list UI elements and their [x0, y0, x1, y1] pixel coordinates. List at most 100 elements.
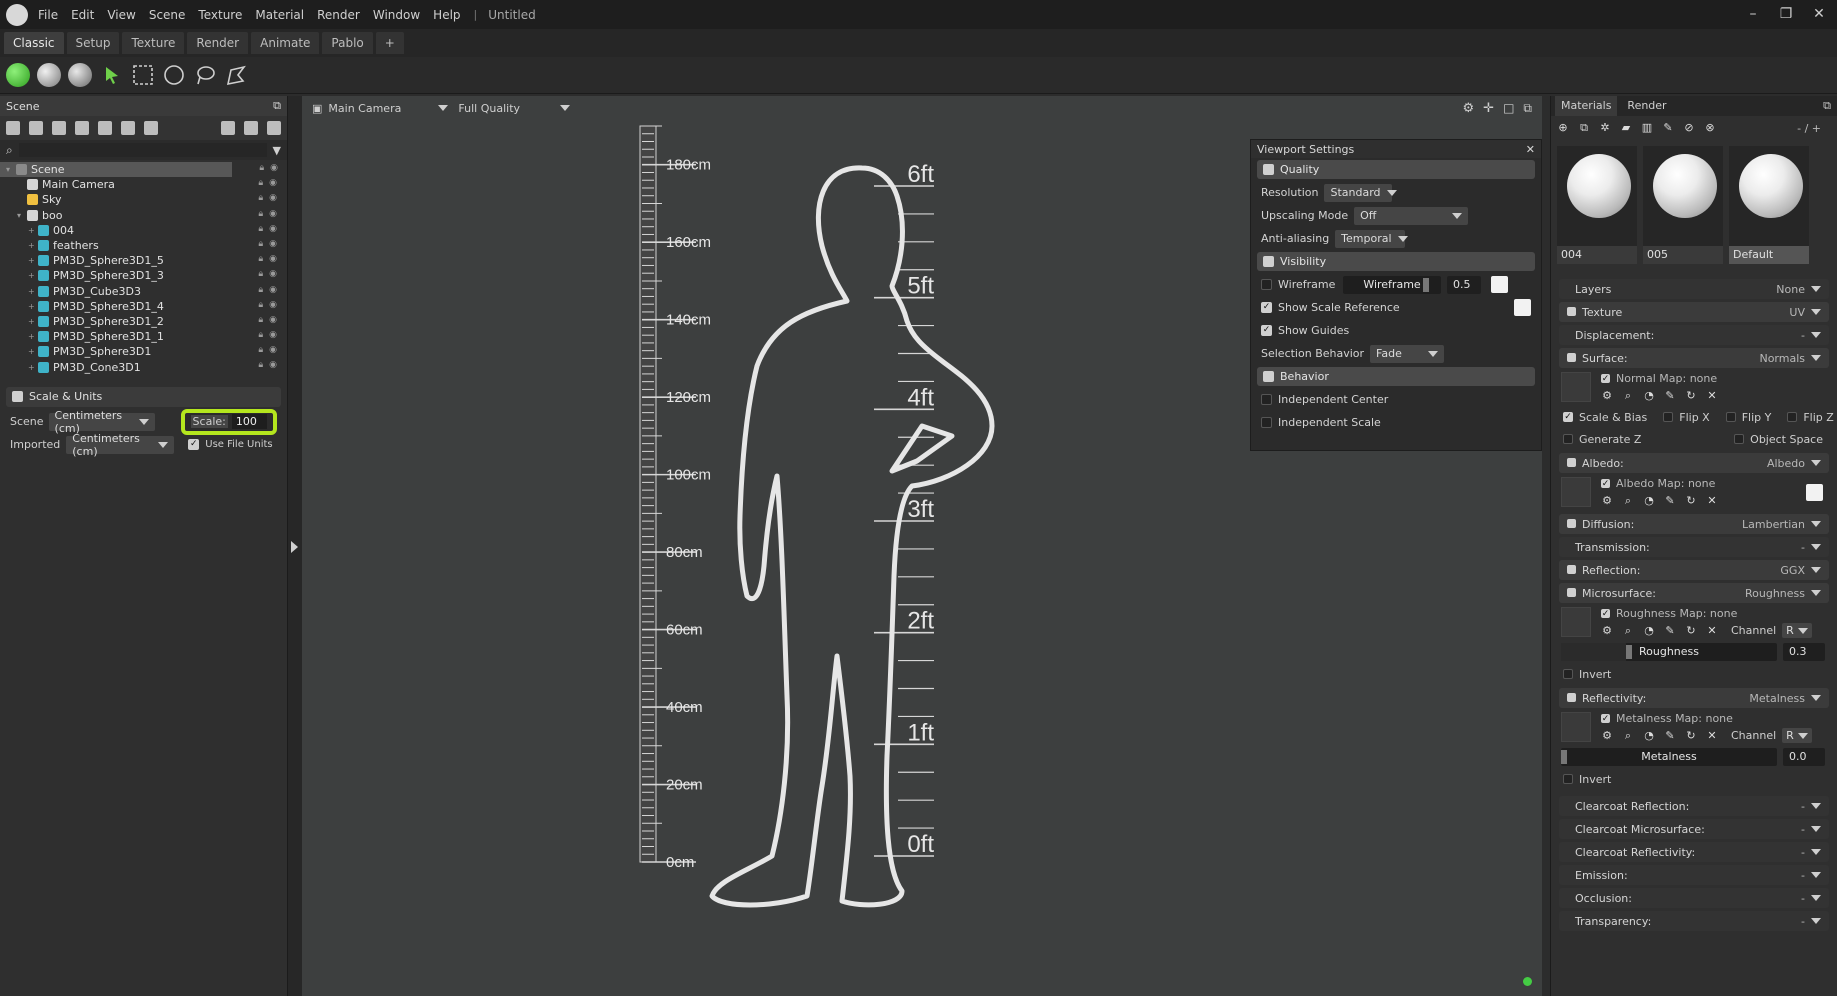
- lock-icon[interactable]: 🔒︎: [258, 360, 263, 370]
- clear-material-icon[interactable]: ⊗: [1704, 122, 1716, 134]
- flip-z-checkbox[interactable]: [1787, 412, 1798, 422]
- tree-item[interactable]: + PM3D_Sphere3D1_5 🔒︎ ◉: [0, 253, 287, 268]
- menu-help[interactable]: Help: [433, 8, 460, 22]
- wireframe-value-input[interactable]: 0.5: [1447, 275, 1481, 294]
- remove-icon[interactable]: ✕: [1706, 494, 1718, 507]
- metalness-map-checkbox[interactable]: ✓: [1601, 714, 1610, 724]
- lock-icon[interactable]: 🔒︎: [258, 209, 263, 219]
- eye-icon[interactable]: ◉: [269, 300, 277, 310]
- reset-icon[interactable]: ◔: [1643, 389, 1655, 402]
- metalness-invert-checkbox[interactable]: [1563, 774, 1573, 784]
- roughness-map-checkbox[interactable]: ✓: [1601, 609, 1610, 619]
- expand-icon[interactable]: ▾: [17, 211, 27, 220]
- section-toggle-icon[interactable]: [1567, 518, 1576, 528]
- add-material-icon[interactable]: ⊕: [1557, 122, 1569, 134]
- eye-icon[interactable]: ◉: [269, 193, 277, 203]
- box-select-icon[interactable]: [130, 62, 156, 88]
- tree-item[interactable]: + PM3D_Cone3D1 🔒︎ ◉: [0, 359, 287, 374]
- normal-map-checkbox[interactable]: ✓: [1601, 374, 1610, 384]
- reset-icon[interactable]: ◔: [1643, 624, 1655, 637]
- roughness-invert-checkbox[interactable]: [1563, 669, 1573, 679]
- refresh-icon[interactable]: ↻: [1685, 494, 1697, 507]
- eye-icon[interactable]: ◉: [269, 178, 277, 188]
- menu-file[interactable]: File: [38, 8, 58, 22]
- material-view-icon[interactable]: [68, 63, 92, 87]
- reset-icon[interactable]: ◔: [1643, 494, 1655, 507]
- transmission-row[interactable]: Transmission: -: [1559, 537, 1829, 557]
- tab-materials[interactable]: Materials: [1555, 96, 1618, 116]
- restore-icon[interactable]: ❐: [1774, 6, 1798, 22]
- expand-icon[interactable]: +: [28, 256, 38, 265]
- section-toggle-icon[interactable]: [1567, 692, 1576, 702]
- flip-y-checkbox[interactable]: [1725, 412, 1736, 422]
- add-camera-icon[interactable]: [52, 121, 66, 135]
- menu-material[interactable]: Material: [255, 8, 304, 22]
- tab-pablo[interactable]: Pablo: [322, 32, 373, 54]
- metalness-channel-dropdown[interactable]: R: [1782, 728, 1813, 743]
- tree-item[interactable]: + PM3D_Sphere3D1_1 🔒︎ ◉: [0, 329, 287, 344]
- imported-units-dropdown[interactable]: Centimeters (cm): [66, 432, 175, 458]
- tree-item[interactable]: + PM3D_Cube3D3 🔒︎ ◉: [0, 284, 287, 299]
- popout-icon[interactable]: ⧉: [1823, 99, 1831, 113]
- shaded-view-icon[interactable]: [6, 63, 30, 87]
- metalness-slider[interactable]: Metalness: [1561, 748, 1777, 766]
- displacement-row[interactable]: Displacement: -: [1559, 325, 1829, 345]
- search-icon[interactable]: ⌕: [1622, 624, 1634, 637]
- refresh-icon[interactable]: ↻: [1685, 389, 1697, 402]
- eye-icon[interactable]: ◉: [269, 345, 277, 355]
- scene-search-input[interactable]: [18, 143, 267, 157]
- albedo-map-slot[interactable]: [1561, 477, 1591, 507]
- collapse-panel-icon[interactable]: [291, 541, 298, 553]
- tree-item[interactable]: + PM3D_Sphere3D1_2 🔒︎ ◉: [0, 314, 287, 329]
- section-toggle-icon[interactable]: [1567, 352, 1576, 362]
- section-toggle-icon[interactable]: [1263, 164, 1274, 175]
- roughness-value-input[interactable]: 0.3: [1783, 643, 1825, 661]
- tab-animate[interactable]: Animate: [251, 32, 320, 54]
- tree-item[interactable]: + PM3D_Sphere3D1 🔒︎ ◉: [0, 344, 287, 359]
- search-icon[interactable]: ⌕: [1622, 494, 1634, 507]
- tree-item[interactable]: ▾ Scene 🔒︎ ◉: [0, 162, 278, 178]
- albedo-color-swatch[interactable]: [1806, 483, 1823, 501]
- expand-icon[interactable]: +: [28, 287, 38, 296]
- duplicate-material-icon[interactable]: ⧉: [1578, 122, 1590, 134]
- normal-map-slot[interactable]: [1561, 372, 1591, 402]
- quality-section-header[interactable]: Quality: [1257, 160, 1535, 179]
- flip-x-checkbox[interactable]: [1663, 412, 1674, 422]
- pick-material-icon[interactable]: ✎: [1662, 122, 1674, 134]
- reset-icon[interactable]: ◔: [1643, 729, 1655, 742]
- menu-view[interactable]: View: [107, 8, 135, 22]
- tree-item[interactable]: + PM3D_Sphere3D1_4 🔒︎ ◉: [0, 299, 287, 314]
- section-toggle-icon[interactable]: [1263, 256, 1274, 267]
- expand-icon[interactable]: +: [28, 241, 38, 250]
- tab-setup[interactable]: Setup: [66, 32, 120, 54]
- close-icon[interactable]: ✕: [1807, 6, 1831, 22]
- section-toggle-icon[interactable]: [1567, 564, 1576, 574]
- material-thumb-004[interactable]: 004: [1557, 146, 1637, 264]
- lock-icon[interactable]: 🔒︎: [258, 300, 263, 310]
- close-icon[interactable]: ✕: [1526, 143, 1535, 156]
- tree-item[interactable]: +004 🔒︎ ◉: [0, 223, 287, 238]
- show-scale-reference-checkbox[interactable]: ✓: [1261, 302, 1272, 313]
- menu-texture[interactable]: Texture: [198, 8, 242, 22]
- resolution-dropdown[interactable]: Standard: [1324, 183, 1397, 202]
- material-library-icon[interactable]: ✲: [1599, 122, 1611, 134]
- scale-bias-checkbox[interactable]: ✓: [1563, 412, 1573, 422]
- eye-icon[interactable]: ◉: [269, 224, 277, 234]
- lock-icon[interactable]: 🔒︎: [258, 224, 263, 234]
- tree-item[interactable]: + PM3D_Sphere3D1_3 🔒︎ ◉: [0, 268, 287, 283]
- tree-item[interactable]: Sky 🔒︎ ◉: [0, 192, 287, 207]
- tab-render-settings[interactable]: Render: [1621, 96, 1672, 116]
- reflection-header[interactable]: Reflection: GGX: [1559, 560, 1829, 580]
- edit-icon[interactable]: ✎: [1664, 624, 1676, 637]
- wireframe-checkbox[interactable]: [1261, 279, 1272, 290]
- material-section-row[interactable]: Transparency: -: [1559, 911, 1829, 931]
- eye-icon[interactable]: ◉: [269, 315, 277, 325]
- add-light-icon[interactable]: [29, 121, 43, 135]
- section-toggle-icon[interactable]: [1567, 306, 1576, 316]
- independent-center-checkbox[interactable]: [1261, 394, 1272, 405]
- tree-item[interactable]: ▾ boo 🔒︎ ◉: [0, 208, 287, 223]
- add-sky-icon[interactable]: [75, 121, 89, 135]
- scene-units-dropdown[interactable]: Centimeters (cm): [48, 409, 155, 435]
- scale-reference-color-swatch[interactable]: [1514, 299, 1531, 316]
- anti-aliasing-dropdown[interactable]: Temporal: [1335, 229, 1408, 248]
